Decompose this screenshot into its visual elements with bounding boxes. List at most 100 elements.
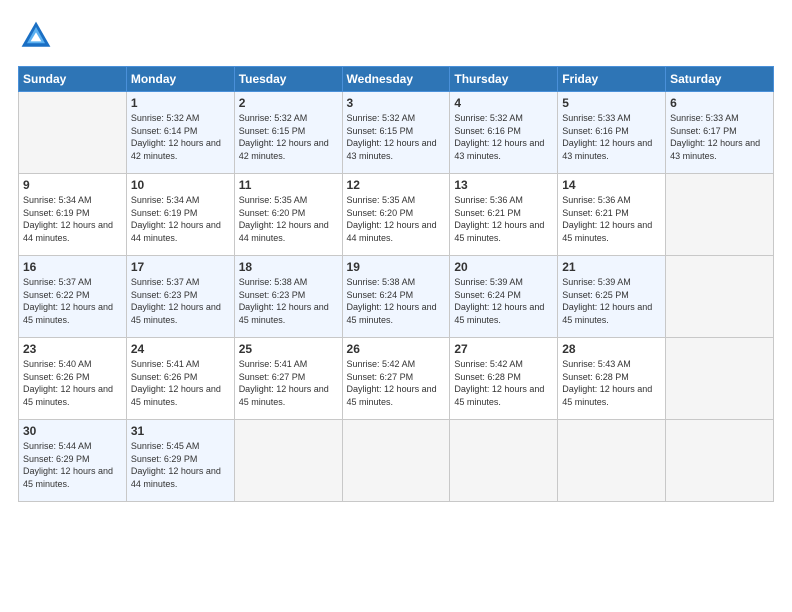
calendar-cell: 9 Sunrise: 5:34 AMSunset: 6:19 PMDaylight… — [19, 174, 127, 256]
calendar-cell: 13Sunrise: 5:36 AMSunset: 6:21 PMDayligh… — [450, 174, 558, 256]
day-info: Sunrise: 5:42 AMSunset: 6:28 PMDaylight:… — [454, 359, 544, 407]
day-info: Sunrise: 5:38 AMSunset: 6:24 PMDaylight:… — [347, 277, 437, 325]
column-header-thursday: Thursday — [450, 67, 558, 92]
calendar-cell: 1 Sunrise: 5:32 AMSunset: 6:14 PMDaylight… — [126, 92, 234, 174]
calendar-cell: 12 Sunrise: 5:35 AMSunset: 6:20 PMDayligh… — [342, 174, 450, 256]
day-number: 16 — [23, 260, 122, 274]
week-row-5: 30 Sunrise: 5:44 AMSunset: 6:29 PMDayligh… — [19, 420, 774, 502]
day-number: 17 — [131, 260, 230, 274]
calendar-cell: 16 Sunrise: 5:37 AMSunset: 6:22 PMDayligh… — [19, 256, 127, 338]
calendar-cell: 11 Sunrise: 5:35 AMSunset: 6:20 PMDayligh… — [234, 174, 342, 256]
day-number: 1 — [131, 96, 230, 110]
day-number: 25 — [239, 342, 338, 356]
day-info: Sunrise: 5:36 AMSunset: 6:21 PMDaylight:… — [454, 195, 544, 243]
day-number: 6 — [670, 96, 769, 110]
calendar-cell: 6 Sunrise: 5:33 AMSunset: 6:17 PMDaylight… — [666, 92, 774, 174]
calendar-cell — [666, 420, 774, 502]
day-number: 3 — [347, 96, 446, 110]
calendar-cell: 20 Sunrise: 5:39 AMSunset: 6:24 PMDayligh… — [450, 256, 558, 338]
calendar-cell — [666, 174, 774, 256]
calendar-cell: 28 Sunrise: 5:43 AMSunset: 6:28 PMDayligh… — [558, 338, 666, 420]
calendar-cell: 19 Sunrise: 5:38 AMSunset: 6:24 PMDayligh… — [342, 256, 450, 338]
calendar-cell: 31 Sunrise: 5:45 AMSunset: 6:29 PMDayligh… — [126, 420, 234, 502]
day-info: Sunrise: 5:35 AMSunset: 6:20 PMDaylight:… — [239, 195, 329, 243]
day-number: 20 — [454, 260, 553, 274]
calendar-cell: 27 Sunrise: 5:42 AMSunset: 6:28 PMDayligh… — [450, 338, 558, 420]
day-info: Sunrise: 5:44 AMSunset: 6:29 PMDaylight:… — [23, 441, 113, 489]
day-info: Sunrise: 5:43 AMSunset: 6:28 PMDaylight:… — [562, 359, 652, 407]
day-info: Sunrise: 5:37 AMSunset: 6:23 PMDaylight:… — [131, 277, 221, 325]
day-info: Sunrise: 5:32 AMSunset: 6:16 PMDaylight:… — [454, 113, 544, 161]
day-number: 4 — [454, 96, 553, 110]
calendar-cell — [558, 420, 666, 502]
day-number: 12 — [347, 178, 446, 192]
column-header-friday: Friday — [558, 67, 666, 92]
day-number: 26 — [347, 342, 446, 356]
day-number: 14 — [562, 178, 661, 192]
day-number: 2 — [239, 96, 338, 110]
day-info: Sunrise: 5:41 AMSunset: 6:26 PMDaylight:… — [131, 359, 221, 407]
day-info: Sunrise: 5:39 AMSunset: 6:24 PMDaylight:… — [454, 277, 544, 325]
page-header — [18, 18, 774, 54]
day-number: 21 — [562, 260, 661, 274]
day-info: Sunrise: 5:35 AMSunset: 6:20 PMDaylight:… — [347, 195, 437, 243]
calendar-cell — [19, 92, 127, 174]
day-number: 18 — [239, 260, 338, 274]
day-number: 19 — [347, 260, 446, 274]
day-number: 10 — [131, 178, 230, 192]
day-info: Sunrise: 5:32 AMSunset: 6:15 PMDaylight:… — [239, 113, 329, 161]
day-info: Sunrise: 5:32 AMSunset: 6:15 PMDaylight:… — [347, 113, 437, 161]
day-info: Sunrise: 5:39 AMSunset: 6:25 PMDaylight:… — [562, 277, 652, 325]
calendar-cell: 30 Sunrise: 5:44 AMSunset: 6:29 PMDayligh… — [19, 420, 127, 502]
week-row-1: 1 Sunrise: 5:32 AMSunset: 6:14 PMDaylight… — [19, 92, 774, 174]
page-container: SundayMondayTuesdayWednesdayThursdayFrid… — [0, 0, 792, 512]
calendar-cell: 5 Sunrise: 5:33 AMSunset: 6:16 PMDaylight… — [558, 92, 666, 174]
day-number: 11 — [239, 178, 338, 192]
column-header-saturday: Saturday — [666, 67, 774, 92]
calendar-cell: 3 Sunrise: 5:32 AMSunset: 6:15 PMDaylight… — [342, 92, 450, 174]
calendar-cell: 23 Sunrise: 5:40 AMSunset: 6:26 PMDayligh… — [19, 338, 127, 420]
day-number: 23 — [23, 342, 122, 356]
day-info: Sunrise: 5:36 AMSunset: 6:21 PMDaylight:… — [562, 195, 652, 243]
day-number: 28 — [562, 342, 661, 356]
day-info: Sunrise: 5:38 AMSunset: 6:23 PMDaylight:… — [239, 277, 329, 325]
week-row-3: 16 Sunrise: 5:37 AMSunset: 6:22 PMDayligh… — [19, 256, 774, 338]
day-info: Sunrise: 5:45 AMSunset: 6:29 PMDaylight:… — [131, 441, 221, 489]
day-info: Sunrise: 5:42 AMSunset: 6:27 PMDaylight:… — [347, 359, 437, 407]
logo — [18, 18, 60, 54]
day-number: 9 — [23, 178, 122, 192]
calendar-cell: 10 Sunrise: 5:34 AMSunset: 6:19 PMDayligh… — [126, 174, 234, 256]
calendar-cell: 14 Sunrise: 5:36 AMSunset: 6:21 PMDayligh… — [558, 174, 666, 256]
calendar-cell — [234, 420, 342, 502]
calendar-cell — [342, 420, 450, 502]
calendar-cell — [666, 256, 774, 338]
calendar-cell — [666, 338, 774, 420]
column-header-wednesday: Wednesday — [342, 67, 450, 92]
calendar-cell: 25 Sunrise: 5:41 AMSunset: 6:27 PMDayligh… — [234, 338, 342, 420]
day-info: Sunrise: 5:33 AMSunset: 6:16 PMDaylight:… — [562, 113, 652, 161]
calendar-cell: 2 Sunrise: 5:32 AMSunset: 6:15 PMDaylight… — [234, 92, 342, 174]
calendar-cell: 17 Sunrise: 5:37 AMSunset: 6:23 PMDayligh… — [126, 256, 234, 338]
calendar-cell: 18 Sunrise: 5:38 AMSunset: 6:23 PMDayligh… — [234, 256, 342, 338]
day-number: 31 — [131, 424, 230, 438]
day-info: Sunrise: 5:41 AMSunset: 6:27 PMDaylight:… — [239, 359, 329, 407]
column-header-sunday: Sunday — [19, 67, 127, 92]
day-info: Sunrise: 5:32 AMSunset: 6:14 PMDaylight:… — [131, 113, 221, 161]
week-row-2: 9 Sunrise: 5:34 AMSunset: 6:19 PMDaylight… — [19, 174, 774, 256]
day-info: Sunrise: 5:37 AMSunset: 6:22 PMDaylight:… — [23, 277, 113, 325]
logo-icon — [18, 18, 54, 54]
calendar-cell: 21 Sunrise: 5:39 AMSunset: 6:25 PMDayligh… — [558, 256, 666, 338]
day-info: Sunrise: 5:34 AMSunset: 6:19 PMDaylight:… — [23, 195, 113, 243]
day-info: Sunrise: 5:40 AMSunset: 6:26 PMDaylight:… — [23, 359, 113, 407]
calendar-cell: 26 Sunrise: 5:42 AMSunset: 6:27 PMDayligh… — [342, 338, 450, 420]
day-number: 30 — [23, 424, 122, 438]
day-number: 5 — [562, 96, 661, 110]
day-number: 27 — [454, 342, 553, 356]
day-info: Sunrise: 5:34 AMSunset: 6:19 PMDaylight:… — [131, 195, 221, 243]
day-number: 24 — [131, 342, 230, 356]
week-row-4: 23 Sunrise: 5:40 AMSunset: 6:26 PMDayligh… — [19, 338, 774, 420]
calendar-cell — [450, 420, 558, 502]
calendar-header-row: SundayMondayTuesdayWednesdayThursdayFrid… — [19, 67, 774, 92]
calendar-cell: 4 Sunrise: 5:32 AMSunset: 6:16 PMDaylight… — [450, 92, 558, 174]
day-info: Sunrise: 5:33 AMSunset: 6:17 PMDaylight:… — [670, 113, 760, 161]
